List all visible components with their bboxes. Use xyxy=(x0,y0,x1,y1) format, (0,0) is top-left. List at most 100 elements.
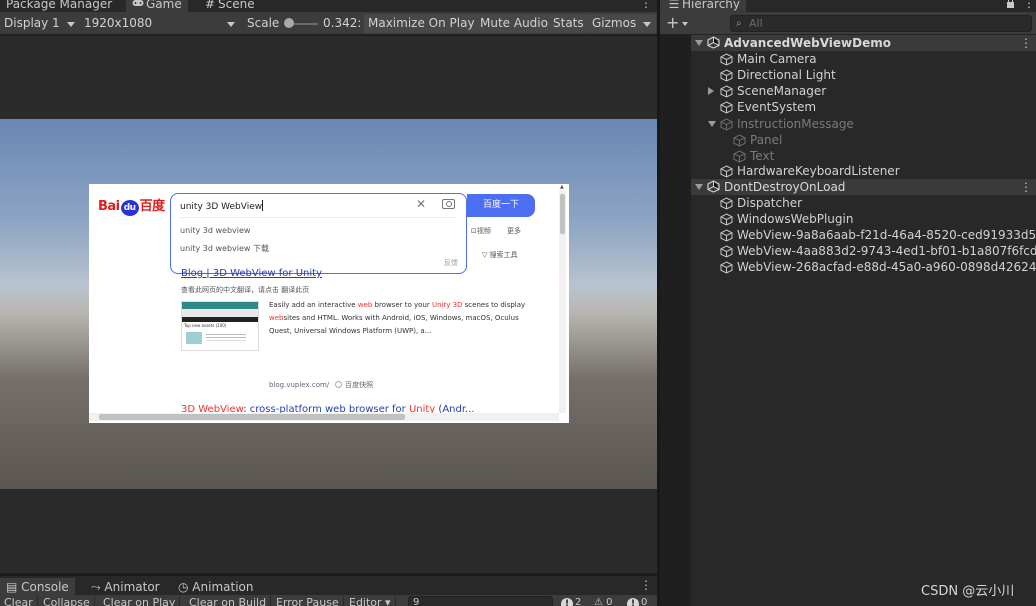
baidu-search-button[interactable]: 百度一下 xyxy=(467,194,535,217)
search-tools-link[interactable]: ▽ 搜索工具 xyxy=(482,250,518,260)
baidu-logo[interactable]: Bai du 百度 xyxy=(98,195,165,216)
expand-arrow-icon[interactable] xyxy=(695,184,703,190)
error-pause-button[interactable]: Error Pause xyxy=(272,596,344,606)
scrollbar-thumb[interactable] xyxy=(560,194,565,234)
csdn-watermark: CSDN @云小川 xyxy=(921,584,1015,599)
clear-button[interactable]: Clear xyxy=(0,596,38,606)
tab-game[interactable]: Game xyxy=(126,0,188,12)
hierarchy-object-row[interactable]: InstructionMessage xyxy=(691,116,1036,132)
result-snippet: Easily add an interactive web browser to… xyxy=(269,299,527,338)
info-count-badge[interactable]: ! 2 xyxy=(561,596,581,606)
game-panel-menu-icon[interactable]: ⋮ xyxy=(640,0,652,9)
nav-more-link[interactable]: 更多 xyxy=(507,226,521,236)
hierarchy-object-row[interactable]: HardwareKeyboardListener xyxy=(691,163,1036,179)
error-count: 0 xyxy=(641,597,648,606)
tab-package-manager-label: Package Manager xyxy=(6,0,113,11)
nav-video-link[interactable]: ⊡视频 xyxy=(471,226,491,236)
scale-slider-handle[interactable] xyxy=(284,18,294,28)
hierarchy-object-row[interactable]: SceneManager xyxy=(691,83,1036,99)
scale-label: Scale xyxy=(247,16,280,30)
hierarchy-object-row[interactable]: WebView-4aa883d2-9743-4ed1-bf01-b1a807f6… xyxy=(691,243,1036,259)
gameobject-cube-icon xyxy=(720,85,733,98)
editor-dropdown[interactable]: Editor ▾ xyxy=(345,596,396,606)
browser-horizontal-scrollbar[interactable] xyxy=(89,413,559,421)
tab-animation[interactable]: ◷ Animation xyxy=(178,578,253,596)
hierarchy-gutter xyxy=(660,35,691,606)
console-search-input[interactable]: 9 xyxy=(408,596,553,606)
snapshot-link[interactable]: 百度快照 xyxy=(345,381,373,389)
hierarchy-scene-row[interactable]: AdvancedWebViewDemo ⋮ xyxy=(691,35,1036,51)
hierarchy-row-label: Text xyxy=(750,149,775,163)
lock-icon[interactable] xyxy=(1006,0,1015,12)
camera-icon[interactable] xyxy=(442,199,455,209)
translate-note[interactable]: 查看此网页的中文翻译，请点击 翻译此页 xyxy=(181,285,309,295)
hierarchy-object-row[interactable]: Directional Light xyxy=(691,67,1036,83)
scroll-up-arrow-icon[interactable]: ▲ xyxy=(560,184,564,190)
tab-hierarchy[interactable]: ☰ Hierarchy xyxy=(660,0,747,12)
hierarchy-search-input[interactable]: ⌕ All xyxy=(730,15,1032,32)
gizmos-dropdown[interactable]: Gizmos xyxy=(588,14,656,33)
hierarchy-menu-icon[interactable]: ⋮ xyxy=(1023,0,1035,9)
stats-toggle[interactable]: Stats xyxy=(549,14,588,33)
gameobject-cube-icon xyxy=(720,197,733,210)
hierarchy-row-label: DontDestroyOnLoad xyxy=(724,180,846,194)
browser-vertical-scrollbar[interactable]: ▲ xyxy=(559,184,566,413)
console-panel-menu-icon[interactable]: ⋮ xyxy=(640,579,652,591)
hierarchy-row-label: HardwareKeyboardListener xyxy=(737,164,900,178)
chevron-down-icon[interactable] xyxy=(682,22,688,26)
scale-value: 0.342: xyxy=(323,16,362,30)
mute-audio-toggle[interactable]: Mute Audio xyxy=(476,14,552,33)
row-menu-icon[interactable]: ⋮ xyxy=(1020,179,1032,195)
tab-package-manager[interactable]: Package Manager xyxy=(6,0,112,12)
error-count-badge[interactable]: ! 0 xyxy=(627,596,647,606)
game-view[interactable]: Bai du 百度 unity 3D WebView ✕ unity 3d webv… xyxy=(0,36,657,573)
clear-on-build-button[interactable]: Clear on Build xyxy=(185,596,272,606)
expand-arrow-icon[interactable] xyxy=(708,87,714,95)
hierarchy-row-label: EventSystem xyxy=(737,100,817,114)
result-title-link[interactable]: Blog | 3D WebView for Unity xyxy=(181,268,322,279)
feedback-link[interactable]: 反馈 xyxy=(444,258,458,268)
resolution-dropdown[interactable]: 1920x1080 xyxy=(80,14,240,33)
hierarchy-object-row[interactable]: Text xyxy=(691,148,1036,164)
gameobject-cube-icon xyxy=(720,118,733,131)
hierarchy-row-label: Panel xyxy=(750,133,783,147)
warning-count: 0 xyxy=(606,597,613,606)
info-icon: ! xyxy=(561,598,573,606)
clear-on-play-button[interactable]: Clear on Play xyxy=(99,596,181,606)
scrollbar-thumb[interactable] xyxy=(99,414,405,420)
result-url[interactable]: blog.vuplex.com/ xyxy=(269,381,329,389)
clear-search-icon[interactable]: ✕ xyxy=(416,197,426,211)
scale-slider-track[interactable] xyxy=(290,23,318,25)
tab-animator-label: Animator xyxy=(104,580,160,594)
hierarchy-object-row[interactable]: Panel xyxy=(691,132,1036,148)
hierarchy-object-row[interactable]: WebView-9a8a6aab-f21d-46a4-8520-ced91933… xyxy=(691,227,1036,243)
hierarchy-tab-strip: ☰ Hierarchy ⋮ xyxy=(660,0,1036,12)
row-menu-icon[interactable]: ⋮ xyxy=(1020,35,1032,51)
hierarchy-scene-row[interactable]: DontDestroyOnLoad ⋮ xyxy=(691,179,1036,195)
display-dropdown[interactable]: Display 1 xyxy=(0,14,80,33)
hierarchy-object-row[interactable]: WindowsWebPlugin xyxy=(691,211,1036,227)
hierarchy-object-row[interactable]: WebView-268acfad-e88d-45a0-a960-0898d426… xyxy=(691,259,1036,275)
search-input[interactable]: unity 3D WebView xyxy=(180,200,264,212)
expand-arrow-icon[interactable] xyxy=(708,121,716,127)
collapse-button[interactable]: Collapse xyxy=(39,596,95,606)
hierarchy-object-row[interactable]: Main Camera xyxy=(691,51,1036,67)
hierarchy-object-row[interactable]: Dispatcher xyxy=(691,195,1036,211)
warning-count-badge[interactable]: ⚠ 0 xyxy=(594,596,613,606)
tab-scene[interactable]: # Scene xyxy=(204,0,255,12)
suggestion-item[interactable]: unity 3d webview xyxy=(180,226,250,235)
webview-browser[interactable]: Bai du 百度 unity 3D WebView ✕ unity 3d webv… xyxy=(89,184,569,423)
hierarchy-object-row[interactable]: EventSystem xyxy=(691,99,1036,115)
tab-console-label: Console xyxy=(21,580,69,594)
tab-console[interactable]: ▤ Console xyxy=(0,578,75,596)
result-thumbnail[interactable]: Top new assets (100) xyxy=(181,301,259,351)
tab-animator[interactable]: ⤳ Animator xyxy=(91,578,160,596)
gameobject-cube-icon xyxy=(720,261,733,274)
hierarchy-toolbar: + ⌕ All xyxy=(660,12,1036,35)
expand-arrow-icon[interactable] xyxy=(695,40,703,46)
editor-top-tab-strip: Package Manager Game # Scene ⋮ xyxy=(0,0,657,12)
add-object-icon[interactable]: + xyxy=(666,14,679,32)
maximize-on-play-toggle[interactable]: Maximize On Play xyxy=(364,14,479,33)
suggestion-item[interactable]: unity 3d webview 下载 xyxy=(180,243,269,254)
baidu-search-box[interactable]: unity 3D WebView ✕ unity 3d webview unit… xyxy=(170,193,467,274)
